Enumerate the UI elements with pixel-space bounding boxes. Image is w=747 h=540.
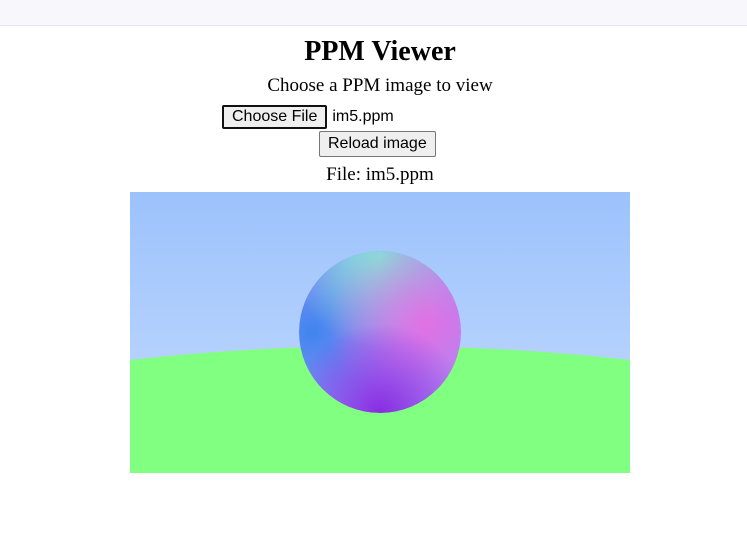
choose-file-button[interactable]: Choose File xyxy=(222,105,328,129)
reload-image-button[interactable]: Reload image xyxy=(319,131,436,157)
selected-file-name: im5.ppm xyxy=(332,108,394,125)
ppm-image-canvas xyxy=(130,192,630,473)
file-info-label: File: im5.ppm xyxy=(326,164,434,185)
page-subtitle: Choose a PPM image to view xyxy=(267,75,493,96)
rendered-image xyxy=(130,192,630,473)
sphere xyxy=(299,251,461,413)
browser-top-bar xyxy=(0,0,747,26)
page-title: PPM Viewer xyxy=(304,36,456,67)
file-input[interactable]: Choose File im5.ppm xyxy=(222,105,394,129)
